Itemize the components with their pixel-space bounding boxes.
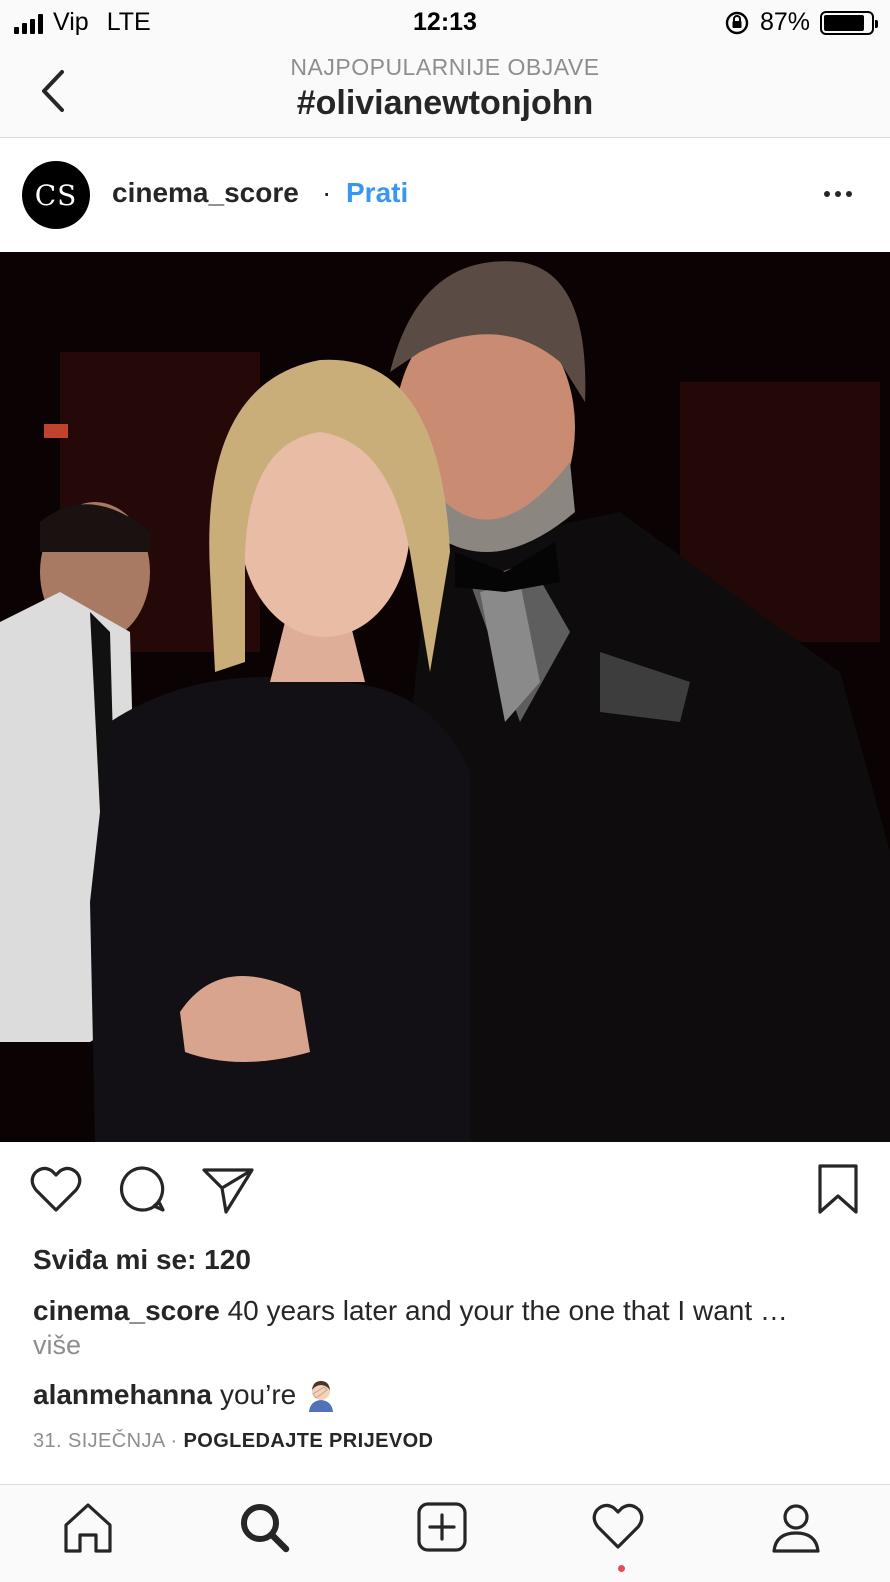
page-title: #olivianewtonjohn: [296, 84, 594, 122]
tab-profile[interactable]: [766, 1497, 826, 1557]
plus-square-icon: [417, 1502, 467, 1552]
post-header: CS cinema_score · Prati: [0, 139, 890, 252]
like-button[interactable]: [26, 1160, 86, 1220]
facepalm-emoji-icon: [309, 1381, 334, 1412]
comment-text: you’re: [219, 1379, 297, 1410]
post-username[interactable]: cinema_score: [112, 177, 299, 209]
comment-button[interactable]: [112, 1160, 172, 1220]
post-actions: [0, 1160, 890, 1232]
caption-username[interactable]: cinema_score: [33, 1295, 220, 1326]
tab-home[interactable]: [58, 1497, 118, 1557]
status-bar: Vip LTE 12:13 87%: [0, 0, 890, 44]
see-translation-link[interactable]: POGLEDAJTE PRIJEVOD: [184, 1430, 434, 1452]
search-icon: [241, 1504, 290, 1553]
post-date: 31. SIJEČNJA: [33, 1430, 165, 1452]
home-icon: [64, 1503, 112, 1553]
user-icon: [772, 1504, 820, 1553]
comment-row: alanmehanna you’re: [33, 1378, 338, 1412]
more-horizontal-icon: [824, 191, 830, 197]
dot: [835, 191, 841, 197]
post-photo[interactable]: [0, 252, 890, 1142]
tab-new-post[interactable]: [412, 1497, 472, 1557]
orientation-lock-icon: [725, 11, 749, 34]
avatar[interactable]: CS: [22, 161, 90, 229]
heart-icon: [30, 1166, 82, 1212]
status-right: 87%: [724, 8, 878, 37]
like-count[interactable]: Sviđa mi se: 120: [33, 1244, 251, 1276]
battery-icon: [820, 10, 878, 35]
notification-dot: [618, 1565, 625, 1572]
comment-username[interactable]: alanmehanna: [33, 1379, 212, 1411]
share-button[interactable]: [198, 1160, 258, 1220]
heart-icon: [592, 1503, 644, 1549]
tab-search[interactable]: [234, 1497, 294, 1557]
more-link[interactable]: više: [33, 1330, 81, 1361]
tab-bar: [0, 1484, 890, 1582]
more-options-button[interactable]: [818, 179, 858, 209]
tab-activity[interactable]: [588, 1497, 648, 1557]
separator-dot: ·: [322, 177, 332, 208]
comment-icon: [119, 1166, 165, 1212]
save-button[interactable]: [808, 1160, 868, 1220]
meta-separator: ·: [164, 1430, 184, 1452]
caption-text: 40 years later and your the one that I w…: [227, 1295, 788, 1326]
dot: [846, 191, 852, 197]
battery-level: [824, 14, 865, 31]
battery-percent: 87%: [759, 8, 810, 36]
follow-button[interactable]: Prati: [346, 177, 408, 209]
nav-header: NAJPOPULARNIJE OBJAVE #olivianewtonjohn: [0, 44, 890, 138]
paper-plane-icon: [202, 1168, 254, 1214]
caption: cinema_score 40 years later and your the…: [33, 1294, 863, 1328]
post-meta: 31. SIJEČNJA · POGLEDAJTE PRIJEVOD: [33, 1430, 433, 1453]
photo-illustration: [0, 252, 890, 1142]
bookmark-icon: [818, 1164, 858, 1214]
header-subtitle: NAJPOPULARNIJE OBJAVE: [290, 54, 600, 80]
